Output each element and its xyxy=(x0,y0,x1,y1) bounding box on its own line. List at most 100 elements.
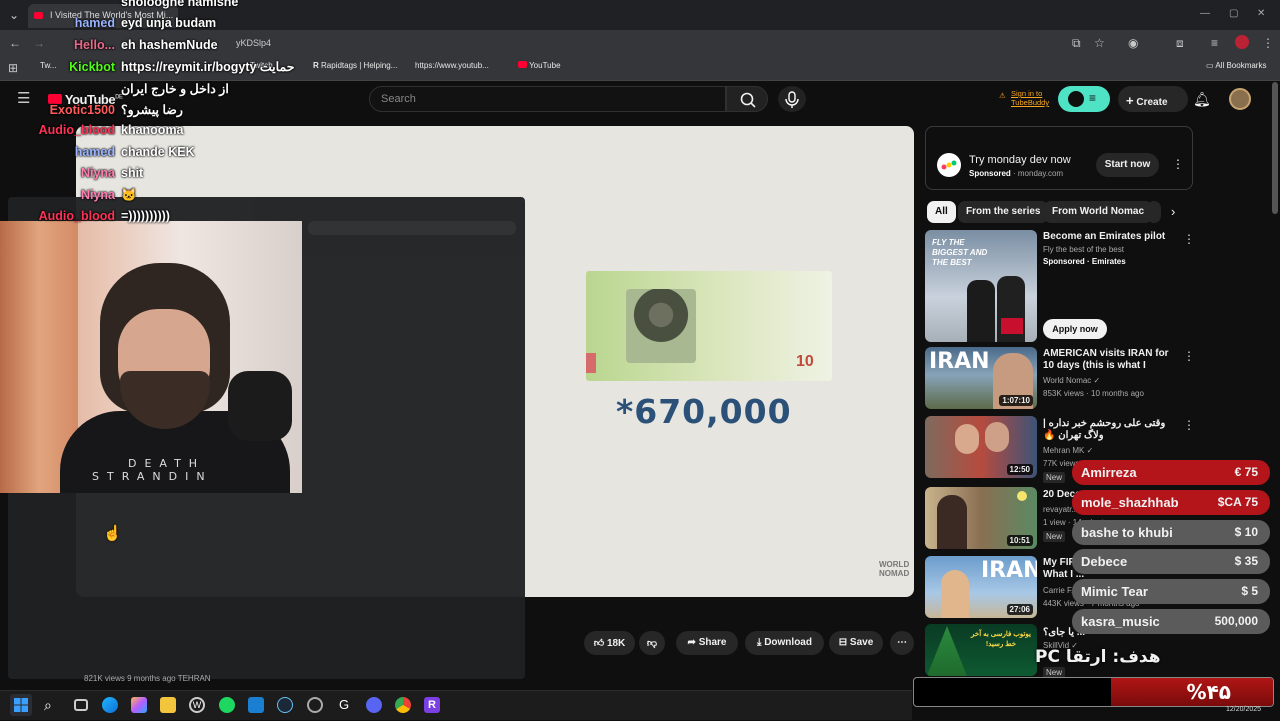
save-button[interactable]: ⊟ Save xyxy=(829,631,883,655)
app-icon[interactable] xyxy=(307,697,323,713)
spotify-icon[interactable] xyxy=(219,697,235,713)
sponsored-ad[interactable]: Try monday dev now Sponsored · monday.co… xyxy=(925,126,1193,190)
chip-from-channel[interactable]: From World Nomac xyxy=(1044,201,1153,223)
chevron-right-icon[interactable]: › xyxy=(1171,204,1175,219)
recommendation-thumbnail[interactable]: 12:50 xyxy=(925,416,1037,478)
download-icon: ⤓ xyxy=(757,637,762,648)
tubebuddy-signin[interactable]: ⚠ Sign in to TubeBuddy xyxy=(999,89,1049,107)
download-button[interactable]: ⤓ Download xyxy=(745,631,824,655)
more-horizontal-icon: ⋯ xyxy=(897,637,907,648)
video-duration: 10:51 xyxy=(1006,535,1033,546)
search-button[interactable] xyxy=(726,86,768,112)
donation-item: Amirreza € 75 xyxy=(1072,460,1270,485)
close-window-icon[interactable]: ✕ xyxy=(1257,8,1265,19)
reading-list-icon[interactable]: ≡ xyxy=(1211,36,1218,50)
recommendation-thumbnail[interactable]: 10:51 xyxy=(925,487,1037,549)
rider-icon[interactable]: R xyxy=(424,697,440,713)
recommendation-thumbnail[interactable]: IRAN 1:07:10 xyxy=(925,347,1037,409)
search-input[interactable]: Search xyxy=(369,86,726,112)
banknote-value: 10 xyxy=(796,353,814,370)
search-icon xyxy=(740,92,756,108)
video-meta: 821K views 9 months ago TEHRAN xyxy=(84,674,211,683)
chip-overflow[interactable] xyxy=(1147,201,1161,223)
ad-start-button[interactable]: Start now xyxy=(1096,153,1159,177)
discord-icon[interactable] xyxy=(366,697,382,713)
copilot-icon[interactable] xyxy=(131,697,147,713)
save-bookmark-icon: ⊟ xyxy=(838,637,848,648)
thumbnail-person xyxy=(941,570,969,618)
notifications-bell-icon[interactable]: 🔔︎ xyxy=(1193,91,1211,108)
like-button[interactable]: 👍︎ 18K xyxy=(584,631,635,655)
bookmark-star-icon[interactable]: ☆ xyxy=(1094,36,1105,50)
account-avatar[interactable] xyxy=(1229,88,1251,110)
extension-icon[interactable]: ◉ xyxy=(1128,36,1138,50)
more-actions-button[interactable]: ⋯ xyxy=(890,631,914,655)
create-button[interactable]: + Create xyxy=(1118,86,1188,112)
explorer-icon[interactable] xyxy=(160,697,176,713)
extensions-puzzle-icon[interactable]: ⧈ xyxy=(1176,36,1184,50)
chat-message: Niyna shit xyxy=(80,166,144,181)
donation-item: kasra_music 500,000 xyxy=(1072,609,1270,634)
donation-item: bashe to khubi $ 10 xyxy=(1072,520,1270,545)
share-button[interactable]: ➦ Share xyxy=(676,631,738,655)
recommendation-thumbnail[interactable]: یوتوب فارسی به آخر خط رسید! xyxy=(925,624,1037,676)
bookmark-item[interactable]: https://www.youtub... xyxy=(415,61,489,70)
edge-icon[interactable] xyxy=(102,697,118,713)
hand-cursor-icon: ☝ xyxy=(103,525,122,542)
plus-icon: + xyxy=(1126,93,1134,108)
video-duration: 1:07:10 xyxy=(999,395,1033,406)
banknote-image: 10 xyxy=(586,271,832,381)
maximize-icon[interactable]: ▢ xyxy=(1229,8,1238,19)
chat-message: Audio_blood =)))))))))) xyxy=(38,208,170,223)
recommendation-title[interactable]: Become an Emirates pilot xyxy=(1043,231,1178,243)
emirates-logo xyxy=(1001,318,1023,334)
new-badge: New xyxy=(1043,472,1066,483)
recommendation-title[interactable]: وقتی علی روحشم خبر نداره | ولاگ تهران 🔥 xyxy=(1043,418,1178,442)
chip-from-series[interactable]: From the series xyxy=(958,201,1049,223)
recommendation-channel: Mehran MK ✓ xyxy=(1043,446,1094,455)
chat-message: Kickbot https://reymit.ir/bogyty حمایت xyxy=(69,60,295,75)
chrome-icon[interactable] xyxy=(395,697,411,713)
search-icon[interactable]: ⌕ xyxy=(44,697,60,713)
recommendation-sponsor: Sponsored · Emirates xyxy=(1043,257,1126,266)
apply-now-button[interactable]: Apply now xyxy=(1043,319,1107,339)
menu-kebab-icon[interactable]: ⋮ xyxy=(1262,36,1274,50)
chat-message: Niyna 🐱 xyxy=(80,187,137,202)
chat-message: Exotic1500 رضا پیشرو؟ xyxy=(49,102,183,117)
voice-search-button[interactable] xyxy=(778,86,806,112)
tubebuddy-button[interactable]: ≡ xyxy=(1058,86,1110,112)
minimize-icon[interactable]: — xyxy=(1200,8,1210,19)
ad-title[interactable]: Try monday dev now xyxy=(969,154,1071,166)
webcam-feed: DEATH STRANDIN xyxy=(0,221,302,493)
streamer-microphone xyxy=(228,371,292,441)
ad-menu-icon[interactable]: ⋮ xyxy=(1172,157,1184,171)
thumbnail-light xyxy=(1017,491,1027,501)
recommendation-menu-icon[interactable]: ⋮ xyxy=(1183,418,1195,432)
install-icon[interactable]: ⧉ xyxy=(1072,36,1081,50)
recommendation-stats: 853K views · 10 months ago xyxy=(1043,389,1144,398)
thumbnail-person xyxy=(937,495,967,549)
recommendation-title[interactable]: AMERICAN visits IRAN for 10 days (this i… xyxy=(1043,348,1178,372)
github-icon[interactable]: G xyxy=(336,697,352,713)
start-button[interactable] xyxy=(10,694,32,716)
ad-meta: Sponsored · monday.com xyxy=(969,169,1064,178)
recommendation-thumbnail[interactable]: IRAN 27:06 xyxy=(925,556,1037,618)
taskview-icon[interactable] xyxy=(74,699,88,711)
profile-avatar[interactable] xyxy=(1235,35,1249,49)
recommendation-channel: World Nomac ✓ xyxy=(1043,376,1101,385)
steam-icon[interactable] xyxy=(277,697,293,713)
word-icon[interactable]: W xyxy=(189,697,205,713)
recommendation-thumbnail[interactable]: FLY THE BIGGEST AND THE BEST xyxy=(925,230,1037,342)
dislike-button[interactable]: 👎︎ xyxy=(639,631,665,655)
vscode-icon[interactable] xyxy=(248,697,264,713)
monday-logo-icon xyxy=(937,153,961,177)
page-scrollbar[interactable] xyxy=(1272,82,1278,214)
recommendation-menu-icon[interactable]: ⋮ xyxy=(1183,232,1195,246)
all-bookmarks[interactable]: ▭ All Bookmarks xyxy=(1206,61,1266,70)
chip-all[interactable]: All xyxy=(927,201,956,223)
bookmark-item[interactable]: YouTube xyxy=(518,61,561,70)
recommendation-menu-icon[interactable]: ⋮ xyxy=(1183,349,1195,363)
tubebuddy-logo-icon xyxy=(1068,91,1084,107)
youtube-icon xyxy=(518,61,527,68)
channel-watermark: WORLD NOMAD xyxy=(879,560,910,578)
